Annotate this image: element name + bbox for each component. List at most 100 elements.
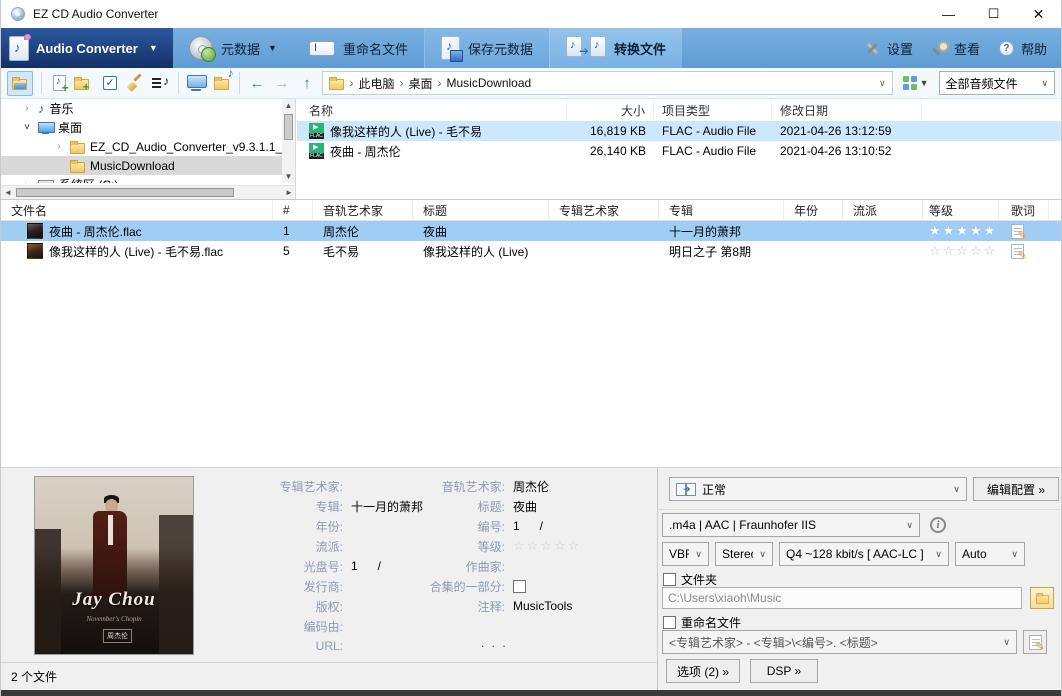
tree-vertical-scrollbar[interactable]: ▲ ▼ <box>282 99 295 183</box>
tree-horizontal-scrollbar[interactable]: ◄ ► <box>1 185 295 199</box>
explorer-split: › ♪ 音乐 ˅ 桌面 › EZ_CD_Audio_Converter_v9.3… <box>1 99 1061 199</box>
edit-pattern-button[interactable] <box>1023 630 1047 654</box>
column-header-type[interactable]: 项目类型 <box>654 99 772 121</box>
rename-files-button[interactable]: 重命名文件 <box>293 28 424 68</box>
computer-view-button[interactable] <box>187 72 208 94</box>
music-folder-button[interactable]: ♪ <box>212 66 234 94</box>
rating-stars[interactable]: ☆☆☆☆☆ <box>513 538 581 554</box>
file-row[interactable]: 像我这样的人 (Live) - 毛不易 16,819 KB FLAC - Aud… <box>297 121 1061 141</box>
file-filter-select[interactable]: 全部音频文件 ∨ <box>938 71 1056 95</box>
settings-button[interactable]: 设置 <box>887 39 913 58</box>
back-button[interactable]: ← <box>248 75 267 92</box>
profile-select[interactable]: ➜ 正常 ∨ <box>669 477 967 501</box>
column-header-genre[interactable]: 流派 <box>843 200 923 220</box>
rename-pattern-select[interactable]: <专辑艺术家> - <专辑>\<编号>. <标题> ∨ <box>662 630 1017 654</box>
column-header-number[interactable]: # <box>273 200 313 220</box>
track-album-artist <box>549 241 659 261</box>
up-button[interactable]: ↑ <box>297 75 316 92</box>
browse-folder-button[interactable] <box>1030 587 1054 609</box>
minimize-button[interactable]: — <box>926 0 971 28</box>
save-metadata-button[interactable]: 保存元数据 <box>423 28 549 68</box>
column-header-album-artist[interactable]: 专辑艺术家 <box>549 200 659 220</box>
column-header-date[interactable]: 修改日期 <box>772 99 922 121</box>
expander-collapsed-icon[interactable]: › <box>53 141 65 152</box>
scrollbar-thumb[interactable] <box>284 114 293 140</box>
part-of-set-checkbox[interactable] <box>513 579 526 593</box>
chevron-down-icon: ∨ <box>1003 636 1010 647</box>
scroll-up-icon[interactable]: ▲ <box>282 99 295 112</box>
tree-item-system-drive[interactable]: › 系统区 (C:) <box>1 175 283 183</box>
track-number-value[interactable]: 1 / <box>513 519 543 533</box>
forward-button[interactable]: → <box>272 75 291 92</box>
convert-files-button[interactable]: ➜ 转换文件 <box>548 28 682 68</box>
info-icon[interactable]: i <box>930 517 946 533</box>
lyrics-edit-icon[interactable] <box>1011 223 1027 241</box>
file-row[interactable]: 夜曲 - 周杰伦 26,140 KB FLAC - Audio File 202… <box>297 141 1061 161</box>
clear-list-button[interactable] <box>126 72 145 94</box>
bitrate-mode-select[interactable]: VBR ∨ <box>662 542 709 566</box>
comment-value[interactable]: MusicTools <box>513 599 572 613</box>
track-artist-value[interactable]: 周杰伦 <box>513 478 549 495</box>
column-header-name[interactable]: 名称 <box>297 99 567 121</box>
playlist-button[interactable] <box>151 72 170 94</box>
tree-item-musicdownload[interactable]: MusicDownload <box>1 156 283 175</box>
lyrics-edit-icon[interactable] <box>1011 243 1027 261</box>
expander-collapsed-icon[interactable]: › <box>21 103 33 114</box>
track-row[interactable]: 夜曲 - 周杰伦.flac 1 周杰伦 夜曲 十一月的萧邦 ★★★★★ <box>1 221 1061 241</box>
help-button[interactable]: 帮助 <box>1021 39 1047 58</box>
rating-stars[interactable]: ☆☆☆☆☆ <box>929 243 997 259</box>
metadata-button[interactable]: 元数据 ▼ <box>173 28 293 68</box>
close-button[interactable]: ✕ <box>1016 0 1061 28</box>
quality-select[interactable]: Q4 ~128 kbit/s [ AAC-LC ] ∨ <box>779 542 949 566</box>
column-header-album[interactable]: 专辑 <box>659 200 784 220</box>
rating-stars[interactable]: ★★★★★ <box>929 223 997 239</box>
expander-collapsed-icon[interactable]: › <box>21 179 33 183</box>
home-folder-button[interactable] <box>7 70 33 96</box>
options-button[interactable]: 选项 (2) » <box>666 659 740 683</box>
tree-item-music[interactable]: › ♪ 音乐 <box>1 99 283 118</box>
more-fields-ellipsis[interactable]: . . . <box>481 636 508 650</box>
track-row[interactable]: 像我这样的人 (Live) - 毛不易.flac 5 毛不易 像我这样的人 (L… <box>1 241 1061 261</box>
convert-pages-icon: ➜ <box>676 482 696 496</box>
add-files-button[interactable]: + <box>50 72 69 95</box>
breadcrumb-item-desktop[interactable]: 桌面 <box>408 75 432 92</box>
column-header-lyrics[interactable]: 歌词 <box>999 200 1049 220</box>
format-select[interactable]: .m4a | AAC | Fraunhofer IIS ∨ <box>662 513 920 537</box>
view-mode-button[interactable]: ▼ <box>899 73 933 93</box>
view-button[interactable]: 查看 <box>954 39 980 58</box>
scrollbar-thumb[interactable] <box>16 188 234 197</box>
breadcrumb-item-this-pc[interactable]: 此电脑 <box>358 75 394 92</box>
folder-checkbox[interactable] <box>663 573 676 586</box>
output-folder-input[interactable]: C:\Users\xiaoh\Music <box>662 587 1022 609</box>
column-header-track-artist[interactable]: 音轨艺术家 <box>313 200 413 220</box>
column-header-rating[interactable]: 等级 <box>923 200 999 220</box>
column-header-filename[interactable]: 文件名 <box>1 200 273 220</box>
breadcrumb-item-musicdownload[interactable]: MusicDownload <box>446 76 531 90</box>
scroll-right-icon[interactable]: ► <box>282 186 295 199</box>
samplerate-select[interactable]: Auto ∨ <box>955 542 1025 566</box>
select-all-button[interactable]: ✓ <box>101 72 120 94</box>
track-fields: 音轨艺术家: 周杰伦 标题: 夜曲 编号: 1 / 等级: ☆☆☆☆☆ 作曲家: 合集的… <box>391 476 651 616</box>
title-value[interactable]: 夜曲 <box>513 498 537 515</box>
tree-item-ezcd-folder[interactable]: › EZ_CD_Audio_Converter_v9.3.1.1_x64_I <box>1 137 283 156</box>
disc-number-value[interactable]: 1 / <box>351 559 381 573</box>
scroll-down-icon[interactable]: ▼ <box>282 170 295 183</box>
chevron-down-icon: ∨ <box>1041 77 1049 88</box>
audio-converter-menu-button[interactable]: Audio Converter ▼ <box>1 28 173 68</box>
expander-expanded-icon[interactable]: ˅ <box>21 122 33 133</box>
scroll-left-icon[interactable]: ◄ <box>1 186 15 199</box>
dsp-button[interactable]: DSP » <box>750 659 818 683</box>
add-folder-button[interactable]: + <box>73 72 95 94</box>
bitrate-mode-value: VBR <box>669 547 689 561</box>
tree-item-desktop[interactable]: ˅ 桌面 <box>1 118 283 137</box>
add-file-icon: + <box>52 75 69 95</box>
edit-profile-button[interactable]: 编辑配置 » <box>973 477 1059 501</box>
column-header-year[interactable]: 年份 <box>784 200 843 220</box>
column-header-title[interactable]: 标题 <box>413 200 549 220</box>
maximize-button[interactable]: ☐ <box>971 0 1016 28</box>
channels-select[interactable]: Stereo ∨ <box>715 542 773 566</box>
metadata-label: 元数据 <box>221 41 261 57</box>
column-header-size[interactable]: 大小 <box>567 99 654 121</box>
breadcrumb[interactable]: › 此电脑 › 桌面 › MusicDownload ∨ <box>322 71 893 95</box>
rename-checkbox[interactable] <box>663 616 676 629</box>
